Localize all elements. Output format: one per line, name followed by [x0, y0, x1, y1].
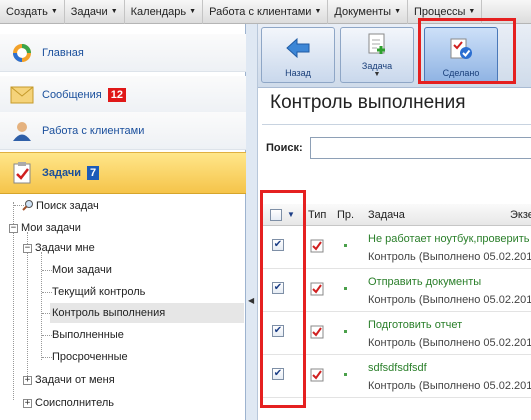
tree-item-co-executor[interactable]: + Соисполнитель — [23, 393, 114, 413]
menu-clients-label: Работа с клиентами — [209, 5, 312, 18]
menu-create[interactable]: Создать ▼ — [0, 0, 65, 24]
menu-documents-label: Документы — [334, 5, 392, 18]
column-priority[interactable]: Пр. — [337, 209, 354, 221]
menu-calendar[interactable]: Календарь ▼ — [125, 0, 204, 24]
home-icon — [10, 41, 34, 65]
back-button-label: Назад — [285, 68, 311, 78]
task-status: Контроль (Выполнено 05.02.201 — [368, 251, 531, 263]
page-title: Контроль выполнения — [270, 92, 466, 113]
tree-item-overdue[interactable]: Просроченные — [52, 347, 128, 367]
nav-clients-label: Работа с клиентами — [42, 124, 145, 137]
tree-item-my-tasks[interactable]: − Мои задачи — [9, 218, 81, 238]
search-icon — [22, 199, 34, 214]
nav-tasks[interactable]: Задачи 7 — [0, 152, 246, 194]
priority-marker — [344, 330, 347, 333]
title-divider — [262, 124, 531, 125]
dropdown-arrow-icon: ▼ — [50, 8, 58, 15]
tree-label: Задачи от меня — [35, 374, 115, 386]
tree-label: Поиск задач — [36, 200, 99, 212]
collapse-left-icon: ◀ — [248, 296, 255, 305]
menu-tasks-label: Задачи — [70, 5, 108, 18]
collapse-icon[interactable]: − — [9, 223, 18, 233]
nav-clients[interactable]: Работа с клиентами — [0, 112, 246, 150]
tasks-icon — [10, 161, 34, 185]
search-input[interactable] — [310, 137, 531, 159]
task-title[interactable]: sdfsdfsdfsdf — [368, 362, 427, 374]
tree-line — [42, 292, 52, 293]
tree-item-tasks-to-me[interactable]: − Задачи мне — [23, 238, 95, 258]
highlight-done-button — [418, 18, 516, 84]
messages-icon — [10, 83, 34, 107]
menu-documents[interactable]: Документы ▼ — [328, 0, 409, 24]
dropdown-arrow-icon: ▼ — [110, 8, 118, 15]
dropdown-arrow-icon: ▼ — [189, 8, 197, 15]
column-task[interactable]: Задача — [368, 209, 405, 221]
tree-line — [42, 270, 52, 271]
task-type-icon — [310, 239, 324, 253]
column-type[interactable]: Тип — [308, 209, 326, 221]
back-button[interactable]: Назад — [261, 27, 335, 83]
column-executor[interactable]: Экзе — [510, 209, 531, 221]
menu-processes-label: Процессы — [414, 5, 466, 18]
tree-label: Мои задачи — [21, 222, 81, 234]
tree-item-my-tasks-sub[interactable]: Мои задачи — [52, 260, 112, 280]
priority-marker — [344, 244, 347, 247]
tree-label: Текущий контроль — [52, 286, 146, 298]
menu-create-label: Создать — [6, 5, 48, 18]
highlight-checkbox-column — [260, 190, 306, 408]
sidebar-collapse-handle[interactable]: ◀ — [246, 24, 258, 420]
dropdown-arrow-icon: ▼ — [394, 8, 402, 15]
messages-count-badge: 12 — [107, 87, 126, 102]
task-status: Контроль (Выполнено 05.02.201 — [368, 294, 531, 306]
priority-marker — [344, 287, 347, 290]
sidebar: Главная Сообщения 12 Работа с клиентами … — [0, 24, 246, 420]
tree-item-tasks-from-me[interactable]: + Задачи от меня — [23, 370, 115, 390]
task-title[interactable]: Отправить документы — [368, 276, 481, 288]
task-status: Контроль (Выполнено 05.02.201 — [368, 380, 531, 392]
tree-label: Соисполнитель — [35, 397, 114, 409]
nav-messages[interactable]: Сообщения 12 — [0, 76, 246, 114]
back-arrow-icon — [285, 37, 311, 62]
nav-home-label: Главная — [42, 46, 84, 59]
clients-icon — [10, 119, 34, 143]
dropdown-arrow-icon: ▼ — [468, 8, 476, 15]
tree-line — [41, 252, 42, 360]
task-status: Контроль (Выполнено 05.02.201 — [368, 337, 531, 349]
task-title[interactable]: Не работает ноутбук,проверить — [368, 233, 530, 245]
chevron-down-icon: ▼ — [373, 71, 381, 78]
menu-calendar-label: Календарь — [130, 5, 187, 18]
tree-item-completed[interactable]: Выполненные — [52, 325, 124, 345]
tree-label: Контроль выполнения — [52, 307, 166, 319]
menu-clients[interactable]: Работа с клиентами ▼ — [203, 0, 329, 24]
menu-tasks[interactable]: Задачи ▼ — [65, 0, 125, 24]
task-type-icon — [310, 282, 324, 296]
tree-label: Просроченные — [52, 351, 128, 363]
tree-line — [42, 357, 52, 358]
new-task-icon — [365, 32, 389, 59]
task-type-icon — [310, 325, 324, 339]
expand-icon[interactable]: + — [23, 375, 32, 385]
priority-marker — [344, 373, 347, 376]
tree-item-execution-control[interactable]: Контроль выполнения — [50, 303, 244, 323]
task-title[interactable]: Подготовить отчет — [368, 319, 462, 331]
tasks-count-badge: 7 — [86, 166, 100, 180]
tree-label: Выполненные — [52, 329, 124, 341]
search-label: Поиск: — [266, 142, 303, 154]
tree-line — [42, 335, 52, 336]
tree-label: Задачи мне — [35, 242, 95, 254]
collapse-icon[interactable]: − — [23, 243, 32, 253]
nav-home[interactable]: Главная — [0, 34, 246, 72]
new-task-button-label: Задача — [361, 61, 393, 71]
new-task-button[interactable]: Задача ▼ — [340, 27, 414, 83]
tree-item-current-control[interactable]: Текущий контроль — [52, 282, 145, 302]
nav-messages-label: Сообщения — [42, 88, 102, 101]
dropdown-arrow-icon: ▼ — [314, 8, 322, 15]
nav-tasks-label: Задачи — [42, 167, 81, 179]
tree-label: Мои задачи — [52, 264, 112, 276]
task-type-icon — [310, 368, 324, 382]
expand-icon[interactable]: + — [23, 398, 32, 408]
tree-item-search-tasks[interactable]: Поиск задач — [22, 196, 99, 216]
